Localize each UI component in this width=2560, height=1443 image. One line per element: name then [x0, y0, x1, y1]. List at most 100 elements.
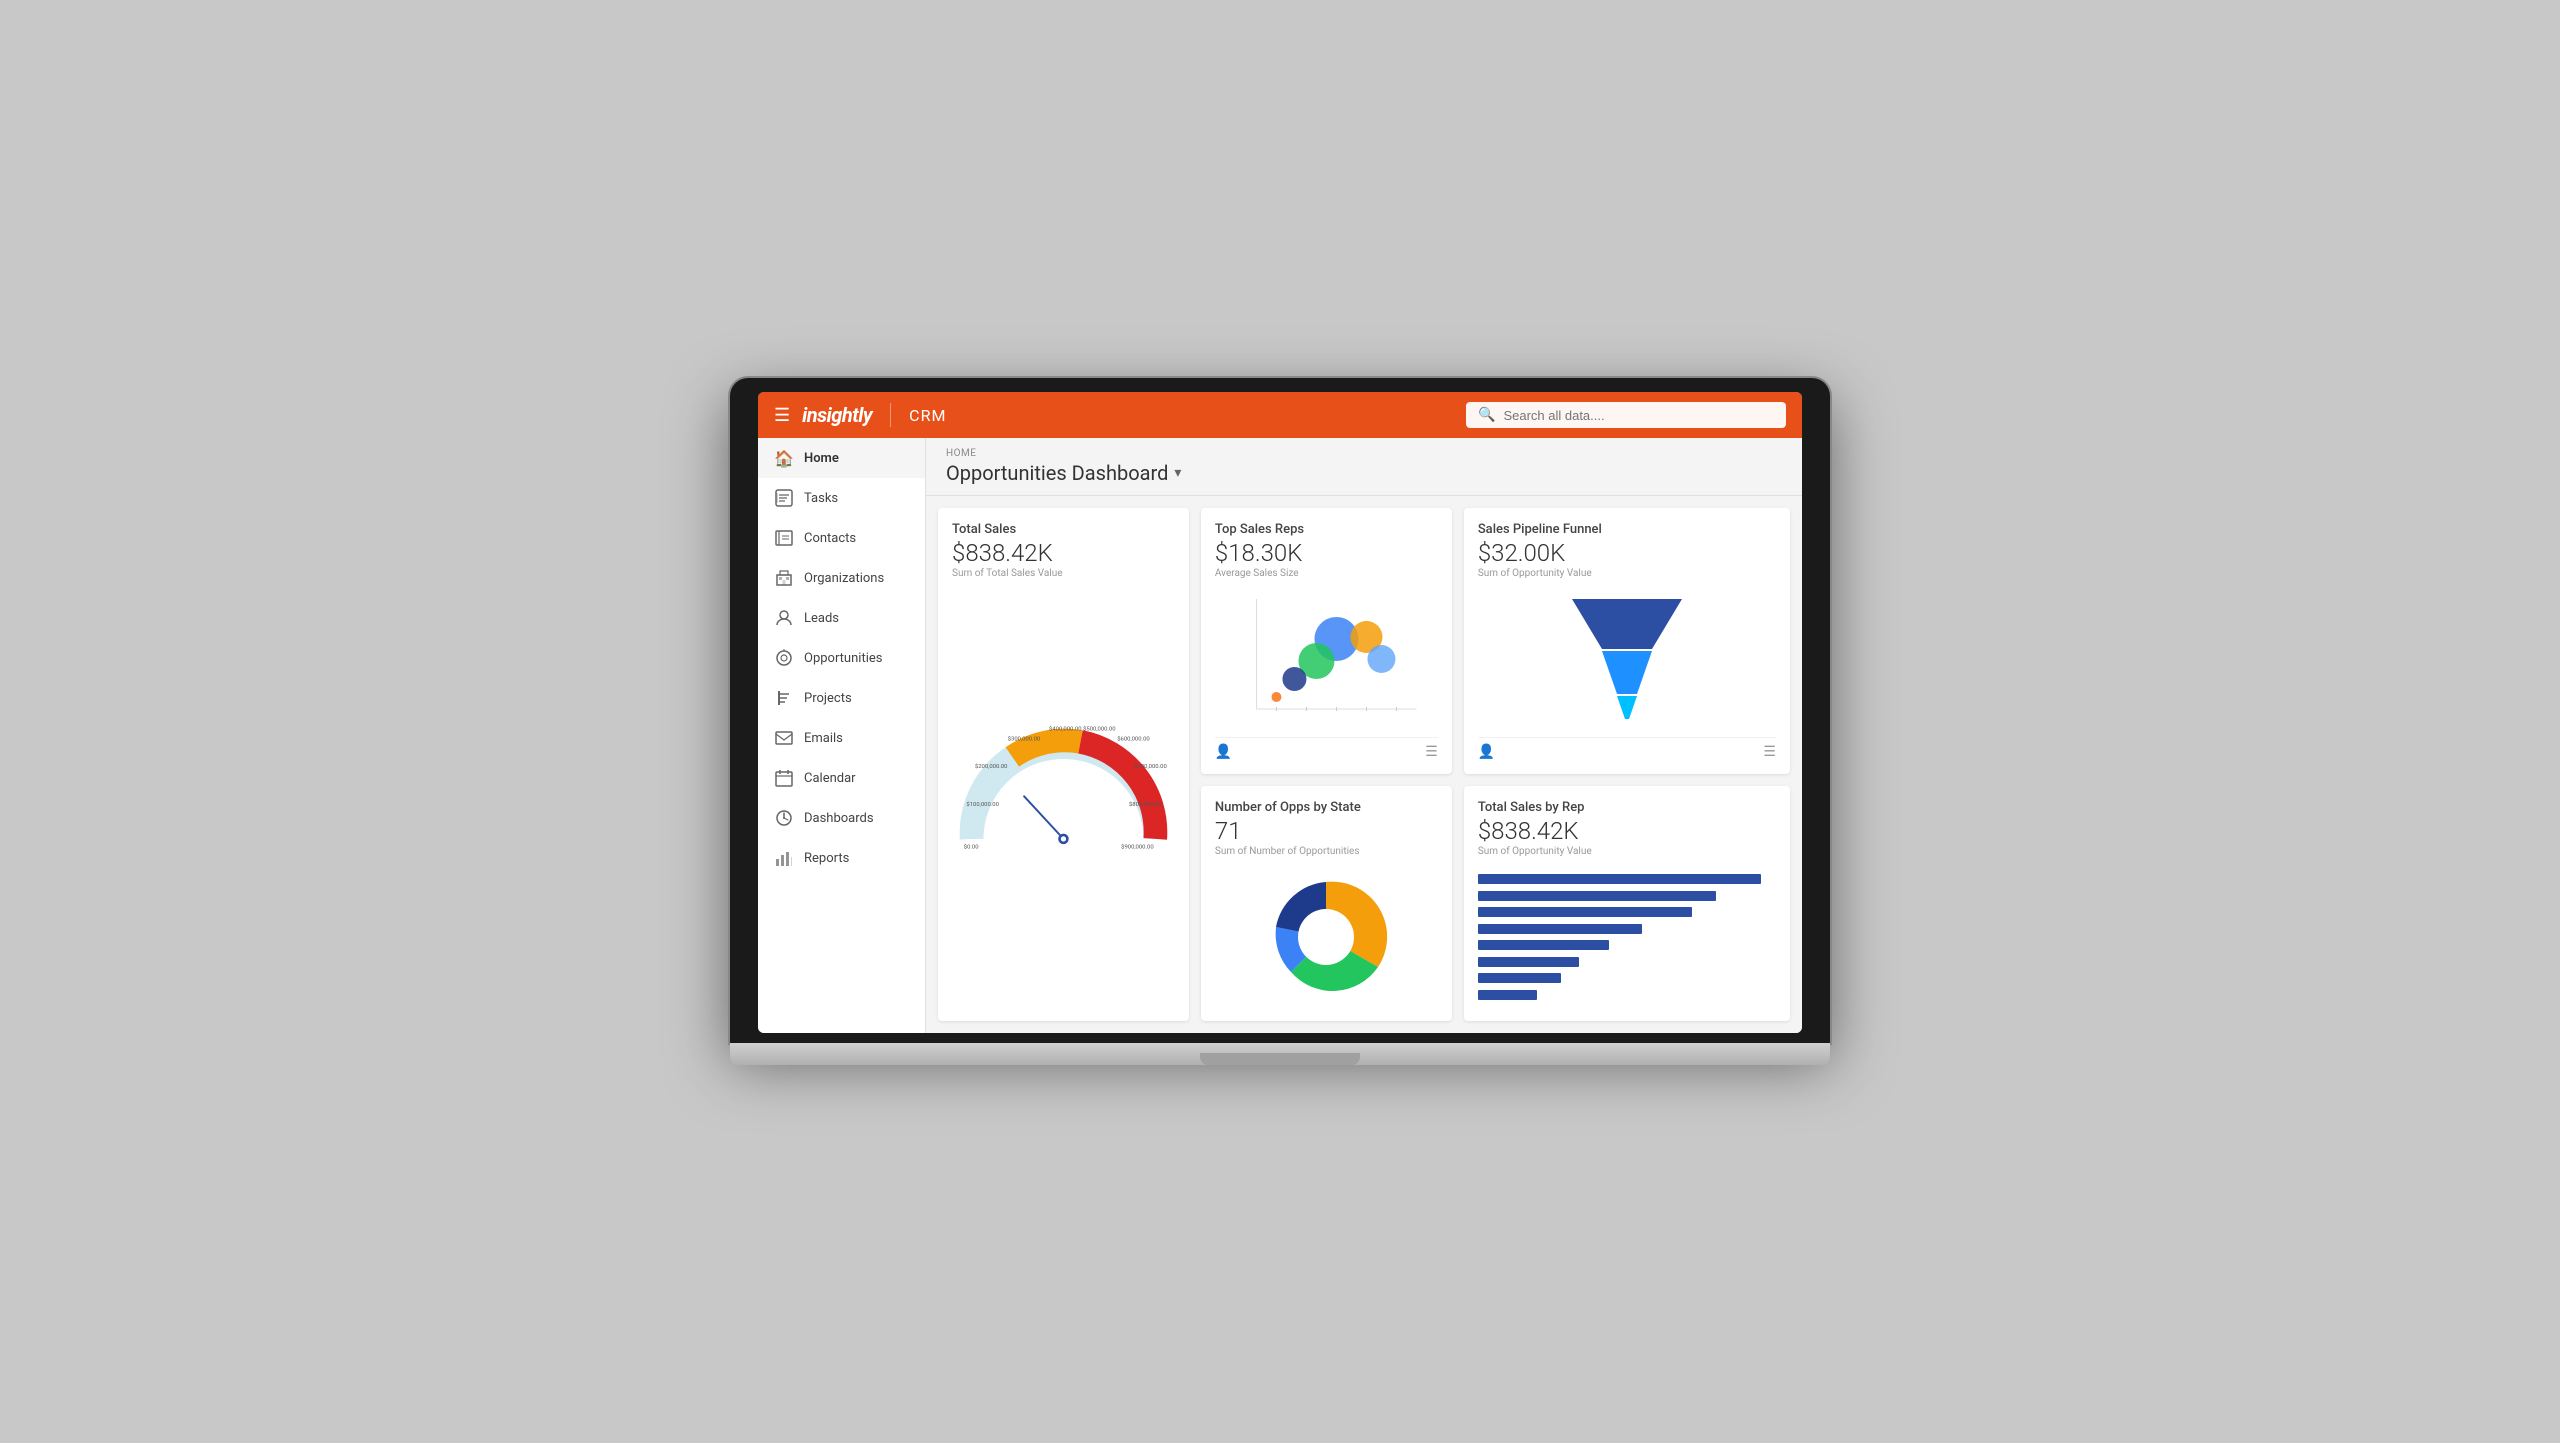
app-layout: 🏠 Home Tasks: [758, 438, 1802, 1033]
laptop-wrapper: ☰ insightly CRM 🔍 🏠 Home: [730, 378, 1830, 1065]
calendar-icon: [774, 768, 794, 788]
sidebar: 🏠 Home Tasks: [758, 438, 926, 1033]
dashboard-grid: Top Sales Reps $18.30K Average Sales Siz…: [926, 496, 1802, 1033]
sidebar-item-label: Home: [804, 451, 839, 466]
svg-text:$300,000.00: $300,000.00: [1008, 736, 1041, 743]
hamburger-menu[interactable]: ☰: [774, 405, 790, 426]
bar-row-6: [1478, 955, 1776, 969]
sidebar-item-leads[interactable]: Leads: [758, 598, 925, 638]
sidebar-label-emails: Emails: [804, 731, 843, 746]
svg-text:$600,000.00: $600,000.00: [1117, 736, 1150, 743]
widget-pipeline-title: Sales Pipeline Funnel: [1478, 522, 1776, 537]
main-header: HOME Opportunities Dashboard ▾: [926, 438, 1802, 496]
search-bar[interactable]: 🔍: [1466, 402, 1786, 428]
sidebar-item-calendar[interactable]: Calendar: [758, 758, 925, 798]
widget-top-sales: Top Sales Reps $18.30K Average Sales Siz…: [1201, 508, 1452, 774]
nav-divider: [890, 403, 891, 427]
widget-total-value: $838.42K: [952, 539, 1175, 567]
laptop-screen: ☰ insightly CRM 🔍 🏠 Home: [730, 378, 1830, 1043]
sidebar-label-projects: Projects: [804, 691, 852, 706]
laptop-base: [730, 1043, 1830, 1065]
bar-row-5: [1478, 938, 1776, 952]
svg-text:$800,000.00: $800,000.00: [1129, 801, 1162, 808]
bar-row-3: [1478, 905, 1776, 919]
widget-pipeline-value: $32.00K: [1478, 539, 1776, 567]
search-icon: 🔍: [1478, 407, 1495, 423]
sidebar-item-reports[interactable]: Reports: [758, 838, 925, 878]
top-nav: ☰ insightly CRM 🔍: [758, 392, 1802, 438]
sidebar-item-home[interactable]: 🏠 Home: [758, 438, 925, 478]
bar-row-7: [1478, 971, 1776, 985]
opportunities-icon: [774, 648, 794, 668]
svg-text:$100,000.00: $100,000.00: [966, 801, 999, 808]
widget-total-title: Total Sales: [952, 522, 1175, 537]
sidebar-item-organizations[interactable]: Organizations: [758, 558, 925, 598]
bar-row-4: [1478, 922, 1776, 936]
person-icon-2: 👤: [1478, 744, 1495, 760]
sidebar-label-leads: Leads: [804, 611, 839, 626]
svg-text:$0.00: $0.00: [964, 844, 979, 851]
widget-opps-value: 71: [1215, 817, 1438, 845]
breadcrumb: HOME: [946, 448, 1782, 459]
widget-top-sales-value: $18.30K: [1215, 539, 1438, 567]
dashboard-dropdown[interactable]: ▾: [1174, 465, 1181, 481]
organizations-icon: [774, 568, 794, 588]
gauge-svg: $0.00 $100,000.00 $200,000.00 $300,000.0…: [952, 683, 1175, 903]
donut-svg: [1261, 872, 1391, 1002]
bubble-chart: [1215, 589, 1438, 729]
svg-text:$900,000.00: $900,000.00: [1121, 844, 1154, 851]
bar-row-2: [1478, 889, 1776, 903]
widget-rep-value: $838.42K: [1478, 817, 1776, 845]
widget-total-by-rep: Total Sales by Rep $838.42K Sum of Oppor…: [1464, 786, 1790, 1021]
home-icon: 🏠: [774, 448, 794, 468]
bar-row-1: [1478, 872, 1776, 886]
widget-rep-subtitle: Sum of Opportunity Value: [1478, 846, 1776, 857]
sidebar-item-contacts[interactable]: Contacts: [758, 518, 925, 558]
emails-icon: [774, 728, 794, 748]
donut-chart: [1215, 867, 1438, 1007]
sidebar-label-dashboards: Dashboards: [804, 811, 874, 826]
widget-pipeline-subtitle: Sum of Opportunity Value: [1478, 568, 1776, 579]
widget-opps-subtitle: Sum of Number of Opportunities: [1215, 846, 1438, 857]
bubble-chart-svg: [1215, 589, 1438, 729]
page-title-row: Opportunities Dashboard ▾: [946, 461, 1782, 485]
widget-total-sales: Total Sales $838.42K Sum of Total Sales …: [938, 508, 1189, 1021]
widget-top-sales-title: Top Sales Reps: [1215, 522, 1438, 537]
tasks-icon: [774, 488, 794, 508]
reports-icon: [774, 848, 794, 868]
sidebar-label-reports: Reports: [804, 851, 849, 866]
person-icon: 👤: [1215, 744, 1232, 760]
widget-sales-pipeline: Sales Pipeline Funnel $32.00K Sum of Opp…: [1464, 508, 1790, 774]
svg-text:$400,000.00: $400,000.00: [1049, 726, 1082, 733]
bar-chart: [1478, 867, 1776, 1007]
sidebar-label-opportunities: Opportunities: [804, 651, 882, 666]
svg-text:$700,000.00: $700,000.00: [1134, 763, 1167, 770]
leads-icon: [774, 608, 794, 628]
widget-total-subtitle: Sum of Total Sales Value: [952, 568, 1175, 579]
search-input[interactable]: [1503, 408, 1774, 423]
svg-text:$200,000.00: $200,000.00: [975, 763, 1008, 770]
sidebar-item-dashboards[interactable]: Dashboards: [758, 798, 925, 838]
svg-text:$500,000.00: $500,000.00: [1083, 726, 1116, 733]
screen-inner: ☰ insightly CRM 🔍 🏠 Home: [758, 392, 1802, 1033]
gauge-chart: $0.00 $100,000.00 $200,000.00 $300,000.0…: [952, 579, 1175, 1007]
page-title: Opportunities Dashboard: [946, 461, 1168, 485]
sidebar-label-calendar: Calendar: [804, 771, 856, 786]
sidebar-label-contacts: Contacts: [804, 531, 856, 546]
table-icon: ☰: [1425, 744, 1438, 760]
sidebar-label-organizations: Organizations: [804, 571, 884, 586]
app-logo: insightly: [802, 403, 872, 427]
laptop-notch: [1200, 1053, 1360, 1065]
widget-top-sales-footer: 👤 ☰: [1215, 737, 1438, 760]
sidebar-item-tasks[interactable]: Tasks: [758, 478, 925, 518]
dashboards-icon: [774, 808, 794, 828]
widget-top-sales-subtitle: Average Sales Size: [1215, 568, 1438, 579]
contacts-icon: [774, 528, 794, 548]
sidebar-item-emails[interactable]: Emails: [758, 718, 925, 758]
widget-pipeline-footer: 👤 ☰: [1478, 737, 1776, 760]
app-product: CRM: [909, 406, 946, 425]
widget-opps-title: Number of Opps by State: [1215, 800, 1438, 815]
sidebar-item-opportunities[interactable]: Opportunities: [758, 638, 925, 678]
sidebar-item-projects[interactable]: Projects: [758, 678, 925, 718]
main-content: HOME Opportunities Dashboard ▾ Top Sales…: [926, 438, 1802, 1033]
